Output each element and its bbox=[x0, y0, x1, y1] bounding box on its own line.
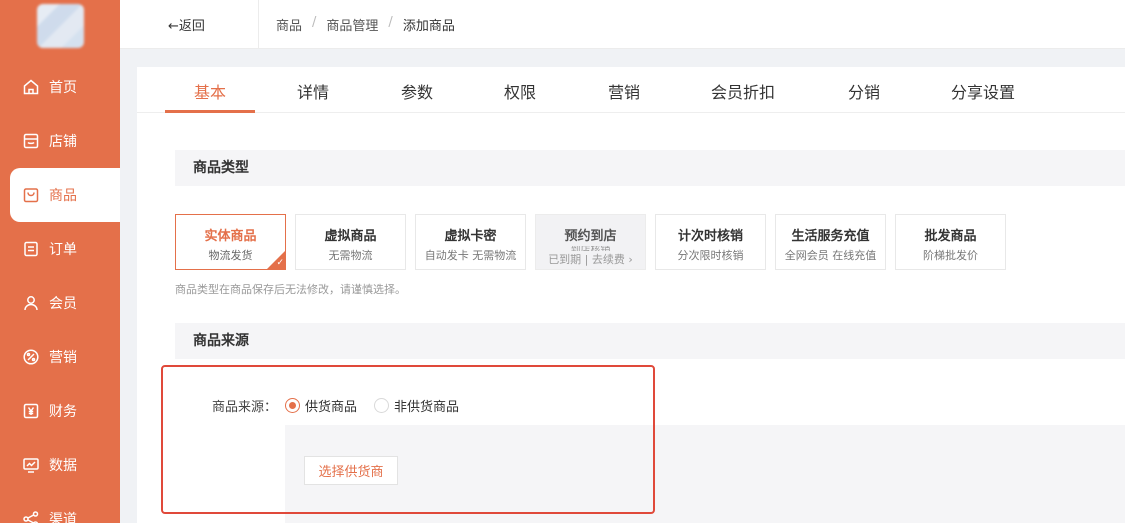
sidebar-item-label: 首页 bbox=[49, 80, 77, 96]
type-card-title: 计次时核销 bbox=[677, 229, 743, 244]
bag-icon bbox=[22, 186, 40, 204]
tab-distribution[interactable]: 分销 bbox=[848, 79, 880, 103]
user-icon bbox=[22, 294, 40, 312]
sidebar-item-data[interactable]: 数据 bbox=[10, 438, 120, 492]
type-card-virtual-card[interactable]: 虚拟卡密 自动发卡 无需物流 bbox=[415, 214, 526, 270]
type-card-desc: 分次限时核销 bbox=[677, 249, 744, 262]
sidebar-item-members[interactable]: 会员 bbox=[10, 276, 120, 330]
tab-details[interactable]: 详情 bbox=[297, 79, 329, 103]
section-header-goods-type: 商品类型 bbox=[175, 150, 1125, 186]
sidebar-item-label: 商品 bbox=[49, 188, 77, 204]
sidebar-item-channels[interactable]: 渠道 bbox=[10, 492, 120, 523]
type-hint: 商品类型在商品保存后无法修改，请谨慎选择。 bbox=[175, 283, 406, 296]
logo[interactable] bbox=[37, 4, 84, 48]
store-icon bbox=[22, 132, 40, 150]
breadcrumb-separator: / bbox=[388, 15, 393, 30]
arrow-left-icon: ← bbox=[168, 19, 179, 34]
sidebar-item-label: 财务 bbox=[49, 404, 77, 420]
type-card-physical[interactable]: 实体商品 物流发货 ✓ bbox=[175, 214, 286, 270]
breadcrumb-item-goods[interactable]: 商品 bbox=[276, 15, 302, 34]
type-card-virtual[interactable]: 虚拟商品 无需物流 bbox=[295, 214, 406, 270]
home-icon bbox=[22, 78, 40, 96]
yen-icon bbox=[22, 402, 40, 420]
renew-link[interactable]: 已到期 | 去续费 › bbox=[536, 251, 645, 267]
tab-permissions[interactable]: 权限 bbox=[504, 79, 536, 103]
sidebar-item-label: 会员 bbox=[49, 296, 77, 312]
breadcrumb: 商品 / 商品管理 / 添加商品 bbox=[276, 15, 455, 34]
type-card-appointment[interactable]: 预约到店 到店核销 已到期 | 去续费 › bbox=[535, 214, 646, 270]
sidebar: 首页 店铺 商品 订单 会员 营销 财务 数据 渠道 bbox=[0, 0, 120, 523]
sidebar-item-label: 数据 bbox=[49, 458, 77, 474]
active-tab-indicator bbox=[165, 110, 255, 113]
type-card-desc: 自动发卡 无需物流 bbox=[424, 249, 517, 262]
sidebar-item-finance[interactable]: 财务 bbox=[10, 384, 120, 438]
chevron-right-icon: › bbox=[628, 253, 633, 266]
breadcrumb-separator: / bbox=[312, 15, 317, 30]
sidebar-item-home[interactable]: 首页 bbox=[10, 60, 120, 114]
tab-marketing[interactable]: 营销 bbox=[608, 79, 640, 103]
type-card-title: 虚拟卡密 bbox=[444, 229, 497, 244]
check-icon: ✓ bbox=[276, 258, 284, 268]
highlight-annotation bbox=[161, 365, 655, 514]
type-card-title: 批发商品 bbox=[924, 229, 977, 244]
sidebar-item-goods[interactable]: 商品 bbox=[10, 168, 120, 222]
sidebar-item-orders[interactable]: 订单 bbox=[10, 222, 120, 276]
type-card-life-service[interactable]: 生活服务充值 全网会员 在线充值 bbox=[775, 214, 886, 270]
share-icon bbox=[22, 510, 40, 523]
type-card-wholesale[interactable]: 批发商品 阶梯批发价 bbox=[895, 214, 1006, 270]
sidebar-item-label: 营销 bbox=[49, 350, 77, 366]
topbar-divider bbox=[258, 0, 259, 49]
percent-icon bbox=[22, 348, 40, 366]
type-card-timed-verify[interactable]: 计次时核销 分次限时核销 bbox=[655, 214, 766, 270]
sidebar-item-label: 渠道 bbox=[49, 512, 77, 523]
type-card-title: 实体商品 bbox=[204, 229, 257, 244]
type-card-title: 虚拟商品 bbox=[324, 229, 377, 244]
type-card-title: 生活服务充值 bbox=[791, 229, 870, 244]
type-card-title: 预约到店 bbox=[564, 229, 617, 244]
monitor-icon bbox=[22, 456, 40, 474]
breadcrumb-item-goods-management[interactable]: 商品管理 bbox=[326, 15, 378, 34]
tab-bar: 基本 详情 参数 权限 营销 会员折扣 分销 分享设置 bbox=[137, 67, 1125, 113]
type-card-desc: 无需物流 bbox=[328, 249, 373, 262]
top-bar: ←返回 商品 / 商品管理 / 添加商品 bbox=[120, 0, 1125, 49]
type-card-desc: 全网会员 在线充值 bbox=[784, 249, 877, 262]
sidebar-item-label: 店铺 bbox=[49, 134, 77, 150]
tab-basic[interactable]: 基本 bbox=[194, 79, 226, 103]
section-header-goods-source: 商品来源 bbox=[175, 323, 1125, 359]
tab-share-settings[interactable]: 分享设置 bbox=[951, 79, 1015, 103]
breadcrumb-item-add-goods: 添加商品 bbox=[402, 19, 455, 34]
tab-member-discount[interactable]: 会员折扣 bbox=[711, 79, 775, 103]
sidebar-item-store[interactable]: 店铺 bbox=[10, 114, 120, 168]
sidebar-item-marketing[interactable]: 营销 bbox=[10, 330, 120, 384]
order-icon bbox=[22, 240, 40, 258]
sidebar-item-label: 订单 bbox=[49, 242, 77, 258]
back-button[interactable]: ←返回 bbox=[168, 15, 205, 34]
tab-params[interactable]: 参数 bbox=[401, 79, 433, 103]
type-card-desc: 阶梯批发价 bbox=[923, 249, 978, 262]
